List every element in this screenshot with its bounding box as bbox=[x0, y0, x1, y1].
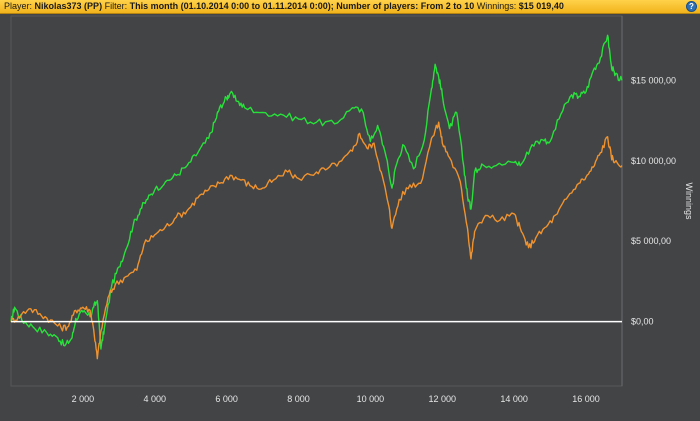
y-tick-label: $10 000,00 bbox=[631, 156, 676, 166]
header-text: Player: Nikolas373 (PP) Filter: This mon… bbox=[4, 0, 564, 13]
x-tick-label: 14 000 bbox=[500, 394, 528, 404]
x-tick-label: 12 000 bbox=[429, 394, 457, 404]
filter-value: This month (01.10.2014 0:00 to 01.11.201… bbox=[129, 1, 475, 11]
x-tick-label: 10 000 bbox=[357, 394, 385, 404]
help-icon[interactable]: ? bbox=[686, 1, 697, 12]
winnings-chart: 2 000 4 000 6 000 8 000 10 000 12 000 14 000 16… bbox=[10, 15, 694, 404]
y-axis-label: Winnings bbox=[684, 182, 694, 220]
y-tick-label: $0,00 bbox=[631, 317, 654, 327]
player-label: Player: bbox=[4, 1, 33, 11]
series-line-0 bbox=[10, 34, 623, 350]
winnings-value: $15 019,40 bbox=[518, 1, 564, 11]
report-header: Player: Nikolas373 (PP) Filter: This mon… bbox=[0, 0, 700, 14]
x-tick-label: 2 000 bbox=[72, 394, 95, 404]
x-tick-label: 4 000 bbox=[143, 394, 166, 404]
winnings-label: Winnings: bbox=[476, 1, 517, 11]
series-line-1 bbox=[10, 121, 623, 360]
player-value: Nikolas373 (PP) bbox=[34, 1, 103, 11]
filter-label: Filter: bbox=[104, 1, 128, 11]
x-tick-label: 6 000 bbox=[215, 394, 238, 404]
x-tick-label: 8 000 bbox=[287, 394, 310, 404]
x-tick-label: 16 000 bbox=[572, 394, 600, 404]
y-tick-label: $15 000,00 bbox=[631, 75, 676, 85]
plot-area bbox=[10, 15, 623, 387]
y-tick-label: $5 000,00 bbox=[631, 236, 671, 246]
